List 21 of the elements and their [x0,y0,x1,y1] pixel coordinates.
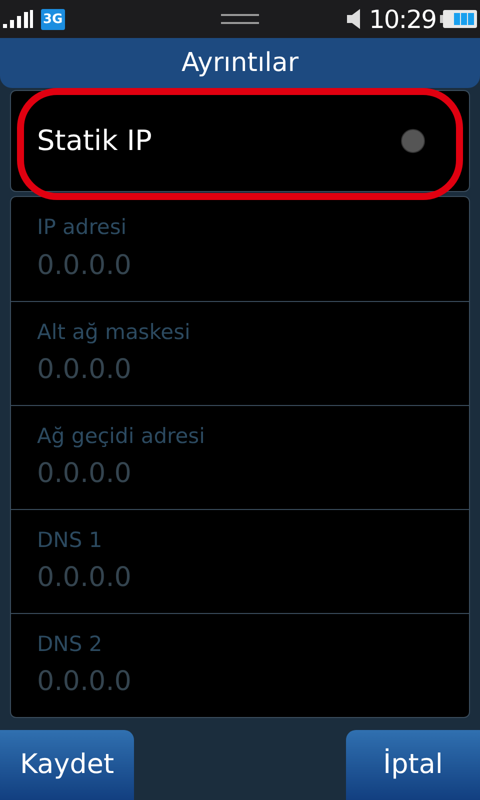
field-label: DNS 2 [37,630,104,658]
action-button[interactable]: İptal [346,730,480,800]
field-label: DNS 1 [37,526,104,554]
field-label: Alt ağ maskesi [37,318,192,346]
field-label: IP adresi [37,214,128,241]
clock-time: 10:29 [368,6,436,32]
signal-icon [2,9,34,29]
field-label: Ağ geçidi adresi [37,422,206,450]
field-value: 0.0.0.0 [37,561,132,595]
drag-handle[interactable] [221,14,259,24]
field-value: 0.0.0.0 [37,665,132,699]
static-ip-label: Statik IP [37,123,152,159]
field-value: 0.0.0.0 [37,248,132,282]
field-value: 0.0.0.0 [37,353,132,387]
field-value: 0.0.0.0 [37,457,132,491]
action-button[interactable]: Kaydet [0,730,134,800]
toggle-indicator[interactable] [401,129,425,153]
battery-icon [440,9,478,29]
page-title: Ayrıntılar [181,46,299,80]
network-badge: 3G [41,8,65,30]
static-ip-row[interactable]: Statik IP [10,90,470,192]
